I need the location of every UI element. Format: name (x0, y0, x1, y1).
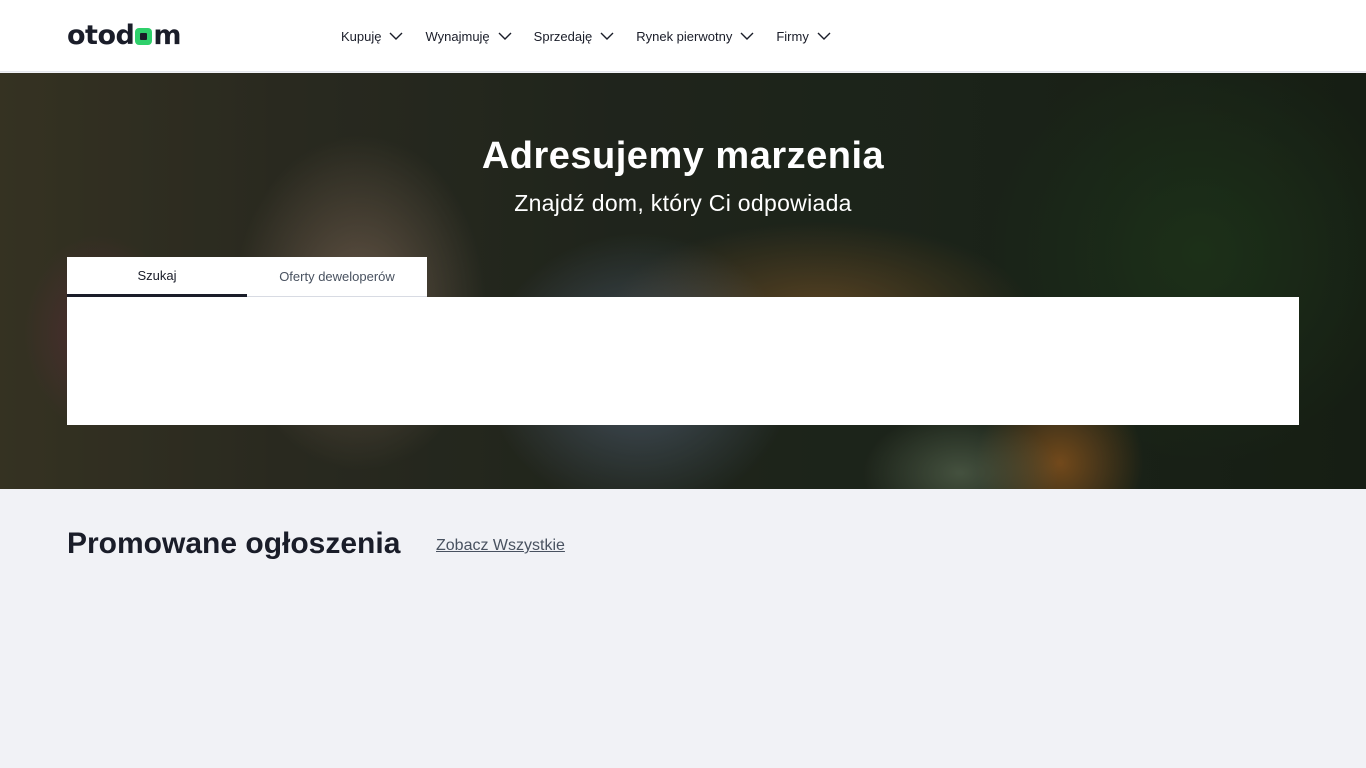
nav-item-sprzedaje[interactable]: Sprzedaję (534, 29, 615, 44)
search-tabs: Szukaj Oferty deweloperów (67, 257, 427, 297)
chevron-down-icon (498, 32, 512, 40)
chevron-down-icon (600, 32, 614, 40)
promoted-section-title: Promowane ogłoszenia (67, 527, 401, 560)
nav-item-label: Kupuję (341, 28, 382, 44)
nav-item-label: Firmy (776, 28, 809, 44)
main-nav: Kupuję Wynajmuję Sprzedaję Rynek pierwot… (341, 0, 853, 72)
chevron-down-icon (740, 32, 754, 40)
tab-szukaj[interactable]: Szukaj (67, 257, 247, 297)
logo-part-1: otod (67, 19, 135, 51)
nav-item-label: Wynajmuję (425, 28, 490, 44)
nav-item-rynek-pierwotny[interactable]: Rynek pierwotny (636, 29, 754, 44)
nav-item-wynajmuje[interactable]: Wynajmuję (425, 28, 512, 44)
nav-item-label: Sprzedaję (533, 28, 593, 44)
chevron-down-icon (817, 32, 831, 40)
otodom-logo[interactable]: otod m (67, 19, 181, 51)
hero-title: Adresujemy marzenia (481, 135, 885, 177)
nav-item-kupuje[interactable]: Kupuję (341, 29, 403, 44)
hero-subtitle: Znajdź dom, który Ci odpowiada (514, 190, 852, 216)
nav-item-firmy[interactable]: Firmy (776, 29, 831, 44)
tab-oferty-deweloperow[interactable]: Oferty deweloperów (247, 257, 427, 297)
site-header: otod m Kupuję Wynajmuję Sprzedaję Rynek p… (0, 0, 1366, 72)
nav-item-label: Rynek pierwotny (636, 28, 733, 44)
search-panel (67, 297, 1299, 425)
chevron-down-icon (389, 32, 403, 40)
see-all-link[interactable]: Zobacz Wszystkie (436, 537, 565, 555)
logo-mark-icon (135, 27, 153, 45)
logo-part-2: m (153, 19, 181, 51)
